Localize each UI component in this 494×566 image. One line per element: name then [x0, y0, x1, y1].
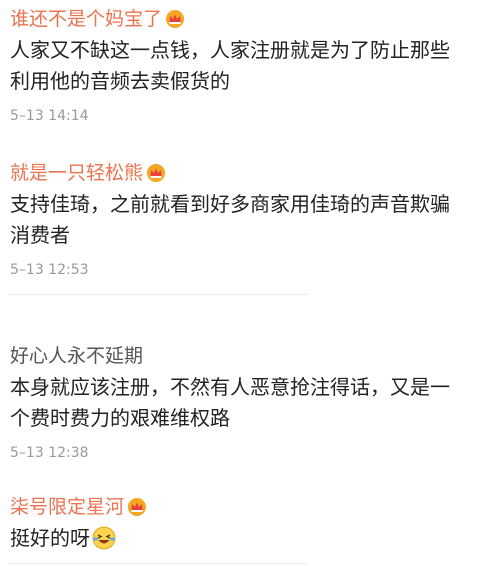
comment-timestamp: 5–13 12:38: [10, 445, 89, 461]
comment-text-line: 个费时费力的艰难维权路: [10, 406, 230, 430]
comment-header: 谁还不是个妈宝了: [10, 6, 484, 32]
comment-item: 好心人永不延期 本身就应该注册，不然有人恶意抢注得话，又是一 个费时费力的艰难维…: [10, 343, 484, 463]
comment-timestamp: 5–13 14:14: [10, 108, 89, 124]
comment-text: 支持佳琦，之前就看到好多商家用佳琦的声音欺骗 消费者: [10, 189, 484, 251]
comment-header: 柒号限定星河: [10, 494, 484, 520]
username[interactable]: 柒号限定星河: [10, 494, 124, 520]
comment-text-line: 挺好的呀: [10, 526, 90, 550]
divider: [8, 294, 308, 295]
comment-text-line: 支持佳琦，之前就看到好多商家用佳琦的声音欺骗: [10, 192, 450, 216]
comment-text: 挺好的呀: [10, 523, 484, 554]
divider: [8, 563, 308, 564]
comment-text-line: 人家又不缺这一点钱，人家注册就是为了防止那些: [10, 38, 450, 62]
comment-text-line: 消费者: [10, 223, 70, 247]
comment-item: 柒号限定星河 挺好的呀: [10, 494, 484, 554]
username[interactable]: 谁还不是个妈宝了: [10, 6, 162, 32]
comment-header: 好心人永不延期: [10, 343, 484, 369]
comment-timestamp: 5–13 12:53: [10, 262, 89, 278]
comment-text: 本身就应该注册，不然有人恶意抢注得话，又是一 个费时费力的艰难维权路: [10, 372, 484, 434]
username[interactable]: 好心人永不延期: [10, 343, 143, 369]
comment-item: 谁还不是个妈宝了 人家又不缺这一点钱，人家注册就是为了防止那些 利用他的音频去卖…: [10, 6, 484, 126]
crown-icon: [146, 163, 166, 183]
laughing-crying-emoji-icon: [92, 526, 116, 550]
username[interactable]: 就是一只轻松熊: [10, 160, 143, 186]
comment-text: 人家又不缺这一点钱，人家注册就是为了防止那些 利用他的音频去卖假货的: [10, 35, 484, 97]
comment-header: 就是一只轻松熊: [10, 160, 484, 186]
comment-text-line: 利用他的音频去卖假货的: [10, 69, 230, 93]
comment-item: 就是一只轻松熊 支持佳琦，之前就看到好多商家用佳琦的声音欺骗 消费者 5–13 …: [10, 160, 484, 280]
crown-icon: [127, 497, 147, 517]
crown-icon: [165, 9, 185, 29]
comment-text-line: 本身就应该注册，不然有人恶意抢注得话，又是一: [10, 375, 450, 399]
